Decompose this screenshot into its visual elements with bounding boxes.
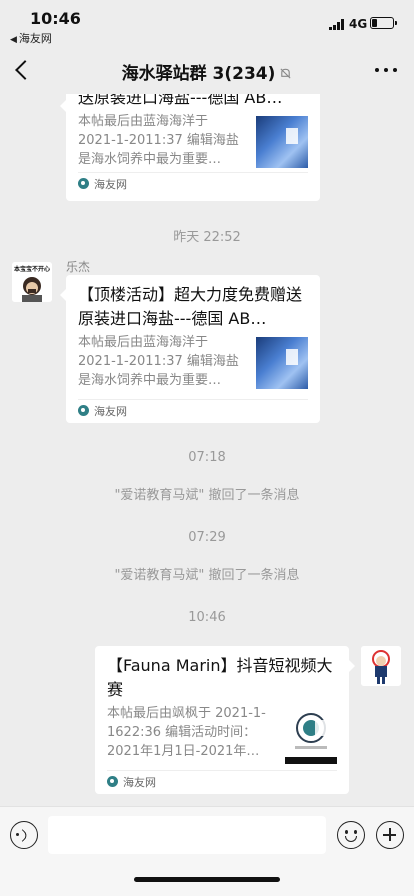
card-source: 海友网 [107,770,337,792]
message-timestamp: 07:18 [188,450,226,465]
recall-notice: "爱诺教育马斌" 撤回了一条消息 [114,568,300,583]
card-description: 本帖最后由飒枫于 2021-1-1622:36 编辑活动时间：2021年1月1日… [107,706,266,759]
bell-off-icon [280,68,291,79]
voice-icon[interactable] [10,821,38,849]
message-timestamp: 07:29 [188,530,226,545]
recall-notice: "爱诺教育马斌" 撤回了一条消息 [114,488,300,503]
signal-icon [329,19,345,30]
haiyou-logo-icon [107,776,118,787]
back-triangle-icon: ◀ [10,35,17,45]
network-type: 4G [349,17,368,31]
avatar-caption: 本宝宝不开心 [13,266,50,273]
message-timestamp: 昨天 22:52 [173,230,241,245]
avatar[interactable] [361,646,401,686]
card-thumbnail [256,337,308,389]
card-source-label: 海友网 [94,404,127,418]
chat-header: 海水驿站群 3(234) [0,46,414,94]
avatar[interactable]: 本宝宝不开心 [12,262,52,302]
haiyou-logo-icon [78,405,89,416]
card-title: 送原装进口海盐---德国 AB… [78,94,283,107]
more-dots-icon[interactable] [374,58,398,82]
card-title: 【Fauna Marin】抖音短视频大赛 [107,656,333,699]
chat-title: 海水驿站群 3(234) [0,59,414,84]
link-card-message[interactable]: 【Fauna Marin】抖音短视频大赛 本帖最后由飒枫于 2021-1-162… [95,646,355,794]
link-card-message[interactable]: 送原装进口海盐---德国 AB… 本帖最后由蓝海海洋于 2021-1-2011:… [60,94,320,201]
haiyou-logo-icon [78,178,89,189]
back-app-label: 海友网 [18,32,52,45]
battery-icon [370,17,397,29]
home-indicator[interactable] [134,877,280,882]
card-source-label: 海友网 [123,775,156,789]
message-input[interactable] [48,816,326,854]
sender-name: 乐杰 [66,260,91,274]
chat-title-text: 海水驿站群 3(234) [121,64,276,84]
card-description: 本帖最后由蓝海海洋于 2021-1-2011:37 编辑海盐是海水饲养中最为重要… [78,335,239,388]
card-thumbnail [256,116,308,168]
back-to-app-link[interactable]: ◀ 海友网 [10,30,52,46]
card-description: 本帖最后由蓝海海洋于 2021-1-2011:37 编辑海盐是海水饲养中最为重要… [78,114,239,167]
chat-message-list[interactable]: 送原装进口海盐---德国 AB… 本帖最后由蓝海海洋于 2021-1-2011:… [0,94,414,806]
message-input-bar [0,806,414,896]
card-title: 【顶楼活动】超大力度免费赠送原装进口海盐---德国 AB… [78,285,303,328]
card-thumbnail [285,708,337,764]
emoji-icon[interactable] [337,821,365,849]
link-card-message[interactable]: 【顶楼活动】超大力度免费赠送原装进口海盐---德国 AB… 本帖最后由蓝海海洋于… [60,275,320,423]
status-time: 10:46 [30,9,81,28]
status-bar: 10:46 ◀ 海友网 4G [0,0,414,46]
plus-icon[interactable] [376,821,404,849]
message-timestamp: 10:46 [188,610,226,625]
avatar-illustration [361,646,401,686]
card-source: 海友网 [78,399,308,421]
fauna-marin-logo [285,713,337,764]
